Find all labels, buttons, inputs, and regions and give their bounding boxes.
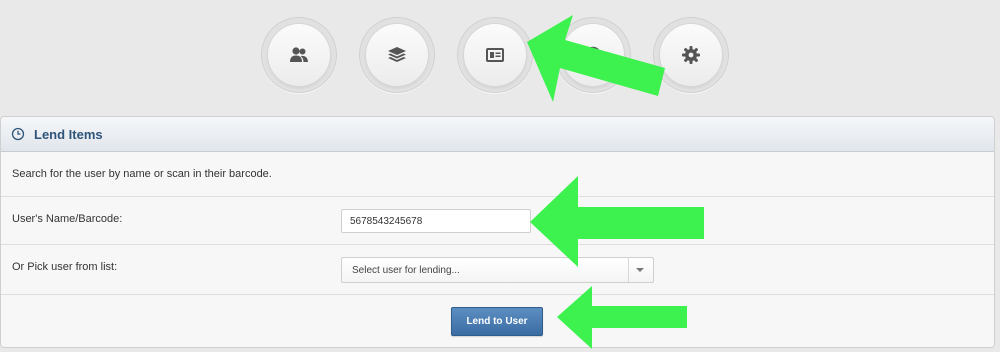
clock-icon [11,127,25,141]
arrow-annotation-button [557,286,687,349]
nav-users-inner [268,24,330,86]
nav-users-button[interactable] [261,17,337,93]
user-row: User's Name/Barcode: [1,197,994,245]
lend-items-panel: Lend Items Search for the user by name o… [0,116,995,348]
panel-title: Lend Items [34,126,103,142]
arrow-annotation-top [527,15,665,102]
arrow-annotation-input [530,176,704,267]
intro-row: Search for the user by name or scan in t… [1,152,994,197]
gear-icon [682,46,700,64]
pick-label: Or Pick user from list: [12,261,118,273]
nav-items-inner [366,24,428,86]
id-card-icon [486,48,504,62]
user-barcode-input[interactable] [341,209,531,233]
layers-icon [388,47,406,62]
intro-text: Search for the user by name or scan in t… [12,168,272,180]
user-label: User's Name/Barcode: [12,213,123,225]
nav-items-button[interactable] [359,17,435,93]
panel-header: Lend Items [1,117,994,152]
pick-row: Or Pick user from list: Select user for … [1,245,994,295]
user-select-value: Select user for lending... [352,265,460,276]
lend-to-user-button[interactable]: Lend to User [451,307,543,336]
users-icon [290,47,308,62]
